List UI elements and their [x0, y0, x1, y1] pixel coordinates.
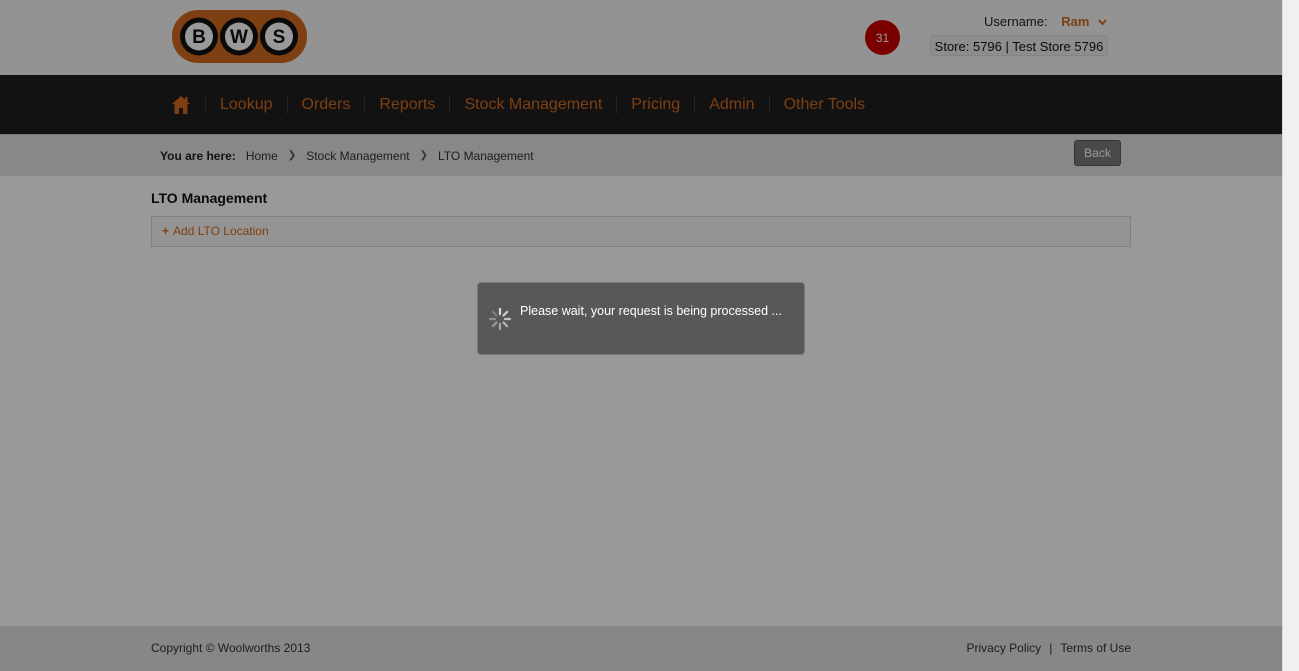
vertical-scrollbar[interactable]	[1282, 0, 1299, 671]
loading-dialog: Please wait, your request is being proce…	[477, 282, 805, 355]
loading-message: Please wait, your request is being proce…	[520, 304, 782, 318]
spinner-icon	[488, 307, 512, 331]
